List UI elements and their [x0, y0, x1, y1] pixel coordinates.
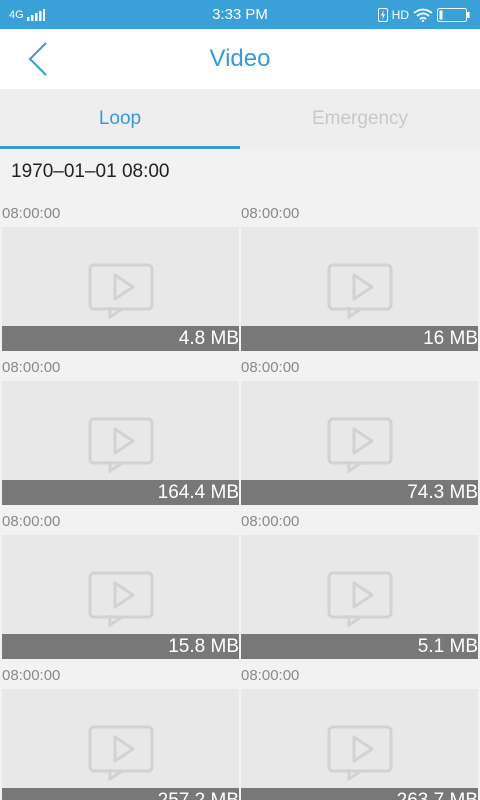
- chevron-left-icon: [28, 42, 47, 76]
- video-list[interactable]: 1970–01–01 08:00 08:00:00 4.8 MB 08:00:0…: [0, 149, 480, 800]
- video-time: 08:00:00: [241, 513, 300, 530]
- video-thumbnail[interactable]: 164.4 MB: [2, 381, 239, 505]
- play-icon: [88, 725, 154, 781]
- video-item: 08:00:00 74.3 MB: [241, 355, 478, 509]
- video-size: 15.8 MB: [2, 634, 239, 659]
- video-time: 08:00:00: [241, 667, 300, 684]
- video-time: 08:00:00: [2, 513, 61, 530]
- video-item: 08:00:00 164.4 MB: [2, 355, 239, 509]
- battery-icon: [437, 7, 470, 22]
- video-thumbnail[interactable]: 257.2 MB: [2, 689, 239, 800]
- charging-icon: [377, 7, 388, 22]
- video-time: 08:00:00: [2, 667, 61, 684]
- play-icon: [327, 263, 393, 319]
- play-icon: [88, 571, 154, 627]
- page-title: Video: [209, 45, 271, 72]
- video-size: 257.2 MB: [2, 788, 239, 800]
- video-item: 08:00:00 16 MB: [241, 201, 478, 355]
- video-size: 16 MB: [241, 326, 478, 351]
- video-thumbnail[interactable]: 74.3 MB: [241, 381, 478, 505]
- date-group-header: 1970–01–01 08:00: [11, 161, 170, 182]
- video-thumbnail[interactable]: 263.7 MB: [241, 689, 478, 800]
- play-icon: [88, 263, 154, 319]
- header: Video: [0, 29, 480, 89]
- video-time: 08:00:00: [241, 359, 300, 376]
- tab-label: Loop: [98, 108, 142, 129]
- status-right: HD: [377, 0, 470, 29]
- video-time: 08:00:00: [2, 205, 61, 222]
- video-item: 08:00:00 263.7 MB: [241, 663, 478, 800]
- video-item: 08:00:00 4.8 MB: [2, 201, 239, 355]
- video-size: 5.1 MB: [241, 634, 478, 659]
- video-time: 08:00:00: [2, 359, 61, 376]
- status-bar: 4G 3:33 PM HD: [0, 0, 480, 29]
- video-thumbnail[interactable]: 5.1 MB: [241, 535, 478, 659]
- play-icon: [88, 417, 154, 473]
- tab-bar: Loop Emergency: [0, 89, 480, 149]
- tab-emergency[interactable]: Emergency: [240, 89, 480, 149]
- video-item: 08:00:00 5.1 MB: [241, 509, 478, 663]
- play-icon: [327, 571, 393, 627]
- video-size: 4.8 MB: [2, 326, 239, 351]
- video-size: 74.3 MB: [241, 480, 478, 505]
- video-item: 08:00:00 257.2 MB: [2, 663, 239, 800]
- video-size: 164.4 MB: [2, 480, 239, 505]
- video-grid: 08:00:00 4.8 MB 08:00:00 16 MB 08:00:00 …: [2, 201, 480, 800]
- wifi-icon: [413, 8, 433, 22]
- video-item: 08:00:00 15.8 MB: [2, 509, 239, 663]
- video-size: 263.7 MB: [241, 788, 478, 800]
- hd-label: HD: [391, 7, 409, 22]
- tab-label: Emergency: [311, 108, 409, 129]
- play-icon: [327, 725, 393, 781]
- video-thumbnail[interactable]: 15.8 MB: [2, 535, 239, 659]
- play-icon: [327, 417, 393, 473]
- video-thumbnail[interactable]: 16 MB: [241, 227, 478, 351]
- video-time: 08:00:00: [241, 205, 300, 222]
- back-button[interactable]: [14, 37, 58, 81]
- video-thumbnail[interactable]: 4.8 MB: [2, 227, 239, 351]
- tab-loop[interactable]: Loop: [0, 89, 240, 149]
